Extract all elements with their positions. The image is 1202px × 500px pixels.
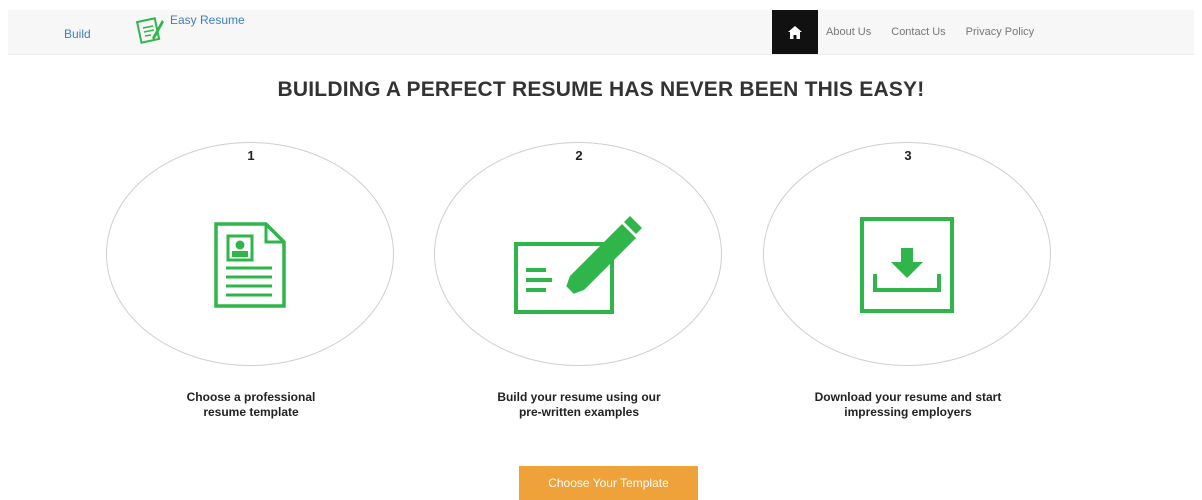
brand-name: Easy Resume [170, 13, 245, 27]
nav-privacy-policy[interactable]: Privacy Policy [966, 26, 1034, 38]
step-1: 1 Choose a professional resume template [106, 142, 396, 442]
step-caption: Choose a professional resume template [106, 390, 396, 420]
resume-notepad-icon [136, 17, 164, 44]
brand-logo[interactable]: Easy Resume [136, 12, 245, 48]
edit-card-icon [514, 216, 642, 314]
step-number: 1 [247, 148, 255, 163]
top-navbar: Build Easy Resume About Us Contact Us Pr… [8, 10, 1194, 55]
resume-document-icon [214, 222, 286, 308]
home-icon [788, 25, 802, 39]
step-caption: Build your resume using our pre-written … [434, 390, 724, 420]
build-link[interactable]: Build [64, 27, 91, 41]
step-caption-line2: resume template [203, 405, 299, 419]
step-number: 2 [575, 148, 583, 163]
nav-links: About Us Contact Us Privacy Policy [826, 10, 1054, 54]
choose-template-button[interactable]: Choose Your Template [519, 466, 698, 500]
step-caption-line1: Choose a professional [186, 390, 316, 404]
step-caption-line2: pre-written examples [518, 405, 640, 419]
nav-about-us[interactable]: About Us [826, 26, 871, 38]
home-button[interactable] [772, 10, 818, 54]
nav-contact-us[interactable]: Contact Us [891, 26, 945, 38]
step-caption-line1: Download your resume and start [814, 390, 1002, 404]
step-caption: Download your resume and start impressin… [763, 390, 1053, 420]
step-caption-line2: impressing employers [844, 405, 972, 419]
step-caption-line1: Build your resume using our [497, 390, 661, 404]
step-2: 2 Build your resume using our pre-writte… [434, 142, 724, 442]
download-icon [860, 217, 954, 313]
page-headline: BUILDING A PERFECT RESUME HAS NEVER BEEN… [277, 78, 925, 101]
step-number: 3 [904, 148, 912, 163]
step-3: 3 Download your resume and start impress… [763, 142, 1053, 442]
